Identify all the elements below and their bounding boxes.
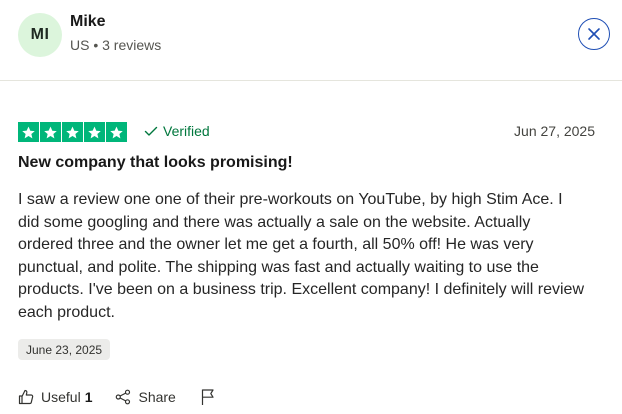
flag-icon bbox=[201, 389, 214, 405]
reviewer-meta: US • 3 reviews bbox=[70, 37, 162, 53]
star-icon bbox=[40, 122, 61, 142]
verified-badge[interactable]: Verified bbox=[144, 123, 210, 139]
close-button[interactable] bbox=[578, 18, 610, 50]
verified-label: Verified bbox=[163, 123, 210, 139]
review-actions: Useful 1 Share bbox=[18, 388, 216, 406]
star-icon bbox=[62, 122, 83, 142]
useful-button[interactable]: Useful 1 bbox=[18, 389, 92, 405]
check-icon bbox=[144, 126, 158, 136]
experience-date-badge: June 23, 2025 bbox=[18, 339, 111, 360]
thumbs-up-icon bbox=[18, 389, 34, 405]
star-icon bbox=[84, 122, 105, 142]
star-icon bbox=[106, 122, 127, 142]
useful-label: Useful bbox=[41, 389, 81, 405]
reviewer-name[interactable]: Mike bbox=[70, 13, 106, 31]
close-icon bbox=[588, 28, 600, 40]
star-icon bbox=[18, 122, 39, 142]
report-button[interactable] bbox=[200, 388, 216, 406]
reviewer-header: MI Mike US • 3 reviews bbox=[0, 0, 622, 81]
review-body: I saw a review one one of their pre-work… bbox=[18, 191, 584, 321]
review-title: New company that looks promising! bbox=[18, 154, 293, 171]
share-icon bbox=[116, 389, 131, 405]
share-button[interactable]: Share bbox=[115, 389, 176, 405]
star-rating bbox=[18, 122, 127, 142]
useful-count: 1 bbox=[84, 389, 93, 405]
review-date: Jun 27, 2025 bbox=[514, 123, 595, 139]
avatar[interactable]: MI bbox=[18, 13, 62, 57]
share-label: Share bbox=[138, 389, 176, 405]
